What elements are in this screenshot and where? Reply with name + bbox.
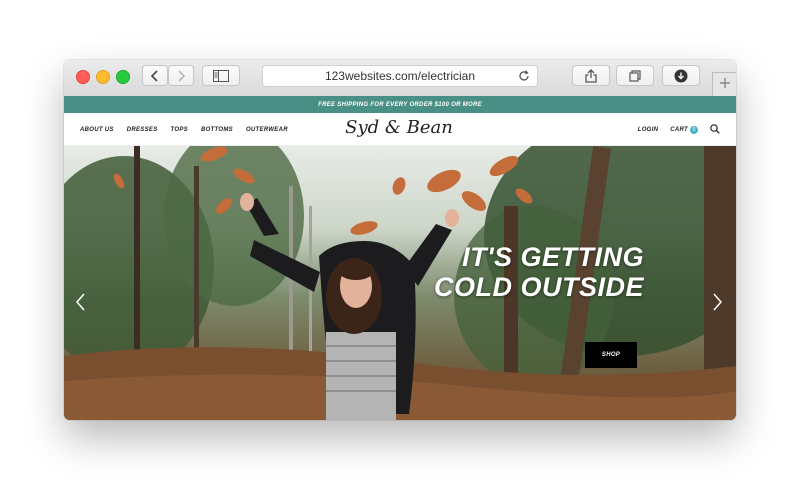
zoom-window-button[interactable] <box>116 70 130 84</box>
chevron-right-icon <box>712 293 722 316</box>
login-link[interactable]: LOGIN <box>638 127 659 133</box>
reload-icon[interactable] <box>517 69 531 88</box>
downloads-button[interactable] <box>662 65 700 86</box>
hero-headline-line1: IT'S GETTING <box>462 242 644 272</box>
cart-count-badge: 0 <box>690 125 698 134</box>
forward-button[interactable] <box>168 65 194 86</box>
tabs-button[interactable] <box>616 65 654 86</box>
shop-button[interactable]: SHOP <box>585 342 637 368</box>
download-icon <box>674 69 688 83</box>
share-button[interactable] <box>572 65 610 86</box>
nav-links: ABOUT US DRESSES TOPS BOTTOMS OUTERWEAR <box>80 113 288 146</box>
promo-bar: FREE SHIPPING FOR EVERY ORDER $100 OR MO… <box>64 96 736 113</box>
hero-next-arrow[interactable] <box>710 293 724 316</box>
hero-slider: IT'S GETTING COLD OUTSIDE SHOP <box>64 146 736 420</box>
browser-toolbar: 123websites.com/electrician <box>64 60 736 97</box>
hero-headline-line2: COLD OUTSIDE <box>434 272 645 302</box>
nav-right: LOGIN CART 0 <box>638 113 720 146</box>
address-url: 123websites.com/electrician <box>324 69 476 83</box>
nav-link-dresses[interactable]: DRESSES <box>127 127 158 133</box>
chevron-left-icon <box>76 293 86 316</box>
share-icon <box>585 68 597 83</box>
chevron-left-icon <box>150 69 160 82</box>
minimize-window-button[interactable] <box>96 70 110 84</box>
browser-window: 123websites.com/electrician FREE SHIPPIN… <box>64 60 736 420</box>
promo-text: FREE SHIPPING FOR EVERY ORDER $100 OR MO… <box>318 101 482 108</box>
close-window-button[interactable] <box>76 70 90 84</box>
site-nav: ABOUT US DRESSES TOPS BOTTOMS OUTERWEAR … <box>64 113 736 146</box>
nav-link-outerwear[interactable]: OUTERWEAR <box>246 127 288 133</box>
nav-link-about-us[interactable]: ABOUT US <box>80 127 114 133</box>
nav-link-bottoms[interactable]: BOTTOMS <box>201 127 233 133</box>
cart-link[interactable]: CART 0 <box>670 125 698 134</box>
sidebar-button[interactable] <box>202 65 240 86</box>
hero-headline: IT'S GETTING COLD OUTSIDE <box>434 242 644 302</box>
sidebar-icon <box>213 69 229 82</box>
tabs-icon <box>629 69 641 82</box>
new-tab-button[interactable] <box>712 72 736 96</box>
site-logo[interactable]: Syd & Bean <box>324 117 474 138</box>
address-bar[interactable]: 123websites.com/electrician <box>262 65 538 87</box>
hero-prev-arrow[interactable] <box>74 293 88 316</box>
nav-link-tops[interactable]: TOPS <box>171 127 188 133</box>
cart-label: CART <box>670 126 688 133</box>
back-button[interactable] <box>142 65 168 86</box>
search-icon[interactable] <box>710 121 720 139</box>
chevron-right-icon <box>176 69 186 82</box>
plus-icon <box>719 76 731 94</box>
